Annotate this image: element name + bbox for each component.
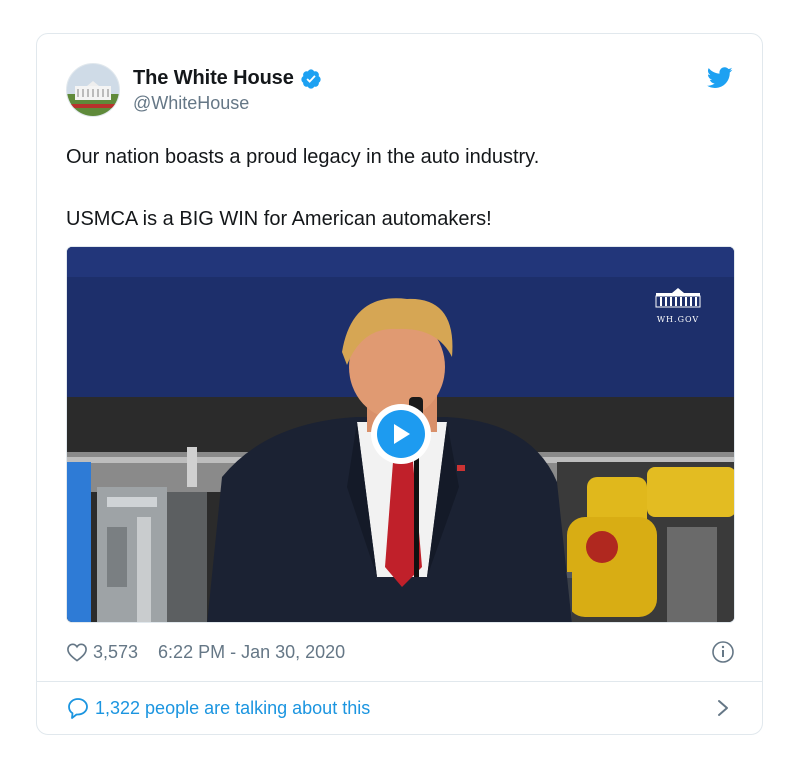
verified-badge-icon xyxy=(301,68,321,89)
conversation-link[interactable]: 1,322 people are talking about this xyxy=(66,694,735,722)
like-button[interactable]: 3,573 xyxy=(66,642,138,663)
wh-gov-text: WH.GOV xyxy=(656,315,700,324)
tweet-card: The White House @WhiteHouse Our nation b… xyxy=(36,33,763,735)
video-player[interactable]: WH.GOV xyxy=(66,246,735,623)
white-house-avatar-icon xyxy=(67,64,119,116)
play-button[interactable] xyxy=(371,404,431,464)
play-icon xyxy=(394,424,410,444)
display-name[interactable]: The White House xyxy=(133,67,294,90)
name-row: The White House xyxy=(133,67,322,90)
talking-count-text: 1,322 people are talking about this xyxy=(95,697,371,718)
tweet-line-1: Our nation boasts a proud legacy in the … xyxy=(66,146,540,168)
comment-icon xyxy=(68,698,88,719)
white-house-logo-icon xyxy=(655,288,701,308)
play-button-inner xyxy=(377,410,425,458)
divider xyxy=(37,681,762,682)
avatar[interactable] xyxy=(66,63,120,117)
tweet-line-2: USMCA is a BIG WIN for American automake… xyxy=(66,208,492,230)
like-count: 3,573 xyxy=(93,641,139,662)
chevron-right-icon[interactable] xyxy=(717,699,729,717)
tweet-header: The White House @WhiteHouse xyxy=(66,63,322,117)
author-handle[interactable]: @WhiteHouse xyxy=(133,93,322,114)
author-names: The White House @WhiteHouse xyxy=(133,67,322,114)
timestamp[interactable]: 6:22 PM - Jan 30, 2020 xyxy=(158,642,345,663)
wh-gov-watermark: WH.GOV xyxy=(650,285,706,324)
heart-icon xyxy=(67,643,87,662)
twitter-bird-icon[interactable] xyxy=(707,67,733,89)
info-icon[interactable] xyxy=(711,640,735,664)
tweet-meta: 3,573 6:22 PM - Jan 30, 2020 xyxy=(66,638,735,666)
